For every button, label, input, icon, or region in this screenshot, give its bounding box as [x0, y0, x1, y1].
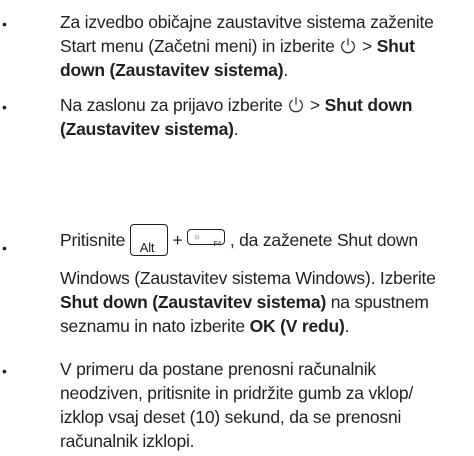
bold-text: down (Zaustavitev sistema)	[60, 60, 284, 80]
text-line: Pritisnite Alt + ☼ F4 , da zaženete Shut …	[60, 222, 470, 258]
text-fragment: seznamu in nato izberite	[60, 316, 250, 336]
text-line: down (Zaustavitev sistema).	[60, 58, 470, 82]
instruction-force-power-off: V primeru da postane prenosni računalnik…	[60, 357, 470, 453]
bold-text: Shut	[376, 36, 415, 56]
text-fragment: .	[233, 119, 239, 139]
text-fragment: Na zaslonu za prijavo izberite	[60, 95, 288, 115]
text-line: Start menu (Začetni meni) in izberite > …	[60, 34, 470, 58]
text-line: Shut down (Zaustavitev sistema) na spust…	[60, 290, 470, 314]
instruction-login-screen-shutdown: Na zaslonu za prijavo izberite > Shut do…	[60, 93, 470, 141]
text-line: Za izvedbo običajne zaustavitve sistema …	[60, 12, 434, 32]
text-fragment: , da zaženete Shut down	[229, 230, 418, 250]
bullet: •	[2, 16, 7, 32]
alt-key: Alt	[129, 224, 168, 256]
bold-text: Shut down	[324, 95, 413, 115]
f4-key-label: F4	[213, 241, 222, 248]
text-fragment: Start menu (Začetni meni) in izberite	[60, 36, 340, 56]
text-fragment: >	[357, 36, 377, 56]
bullet: •	[2, 363, 7, 379]
text-fragment: Pritisnite	[60, 230, 130, 250]
f4-key: ☼ F4	[187, 229, 226, 248]
bullet: •	[2, 99, 7, 115]
text-line: izklop vsaj deset (10) sekund, da se pre…	[60, 407, 402, 427]
instruction-alt-f4-shutdown: Pritisnite Alt + ☼ F4 , da zaženete Shut …	[60, 222, 470, 338]
instruction-normal-shutdown: Za izvedbo običajne zaustavitve sistema …	[60, 10, 470, 82]
bold-text: Shut down (Zaustavitev sistema)	[60, 292, 327, 312]
text-line: Na zaslonu za prijavo izberite > Shut do…	[60, 93, 470, 117]
text-line: računalnik izklopi.	[60, 431, 195, 451]
text-line: (Zaustavitev sistema).	[60, 117, 470, 141]
bullet: •	[2, 240, 7, 256]
text-fragment: .	[283, 60, 289, 80]
alt-key-label: Alt	[139, 240, 155, 255]
brightness-icon: ☼	[193, 232, 201, 241]
text-fragment: .	[344, 316, 350, 336]
bold-text: (Zaustavitev sistema)	[60, 119, 234, 139]
text-fragment: na spustnem	[326, 292, 429, 312]
plus-sign: +	[172, 230, 183, 250]
power-icon	[341, 38, 356, 54]
text-fragment: >	[305, 95, 325, 115]
bold-text: OK (V redu)	[249, 316, 345, 336]
text-line: Windows (Zaustavitev sistema Windows). I…	[60, 268, 436, 288]
text-line: neodziven, pritisnite in pridržite gumb …	[60, 383, 414, 403]
text-line: V primeru da postane prenosni računalnik	[60, 359, 376, 379]
power-icon	[289, 97, 304, 113]
text-line: seznamu in nato izberite OK (V redu).	[60, 314, 470, 338]
